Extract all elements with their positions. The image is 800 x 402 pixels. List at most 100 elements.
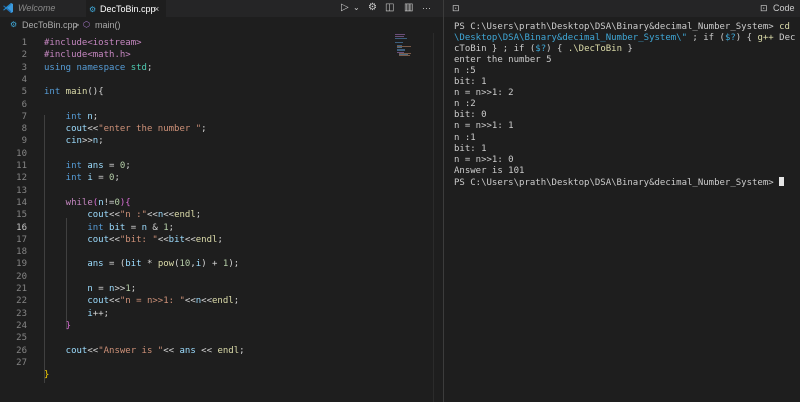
terminal-token: Dec xyxy=(773,33,796,44)
breadcrumb-function[interactable]: main() xyxy=(95,17,121,33)
terminal-line: bit: 1 xyxy=(454,144,487,154)
terminal-token: n :1 xyxy=(454,132,476,143)
code-token: >> xyxy=(81,136,93,147)
code-token: "bit: " xyxy=(119,234,158,245)
breadcrumb: ⚙ DecToBin.cpp > ⬡ main() xyxy=(0,17,443,33)
close-tab-icon[interactable]: × xyxy=(154,1,159,18)
terminal-line: bit: 1 xyxy=(454,77,487,87)
code-token: ; xyxy=(114,173,120,184)
code-line: cout<<"enter the number "; xyxy=(44,124,207,134)
code-line: #include<iostream> xyxy=(44,38,142,48)
code-token: } xyxy=(44,320,72,331)
code-token: ; xyxy=(92,111,99,122)
tab-dectobin[interactable]: ⚙ DecToBin.cpp × xyxy=(86,0,166,18)
code-token: int xyxy=(44,222,104,233)
code-token: ans xyxy=(179,345,196,356)
code-token: ) + xyxy=(201,259,223,270)
tab-welcome[interactable]: Welcome xyxy=(16,0,88,17)
code-line: int main(){ xyxy=(44,87,104,97)
line-number: 4 xyxy=(21,74,27,85)
terminal-token: n = n>>1: 0 xyxy=(454,154,514,165)
code-token: ++; xyxy=(92,308,110,319)
line-number: 15 xyxy=(16,210,27,221)
code-token: endl xyxy=(174,210,196,221)
terminal-icon[interactable]: ⊡ xyxy=(760,2,768,14)
code-token: int xyxy=(44,111,82,122)
code-token: #include<math.h> xyxy=(44,50,131,61)
code-token: << xyxy=(157,234,169,245)
code-token: n xyxy=(44,284,93,294)
run-dropdown-icon[interactable]: ⌄ xyxy=(353,2,360,14)
terminal-line: n = n>>1: 0 xyxy=(454,155,514,165)
terminal-token: n = n>>1: 1 xyxy=(454,121,514,132)
code-token: = xyxy=(103,161,120,171)
code-line: int bit = n & 1; xyxy=(44,223,174,233)
code-token: int xyxy=(44,161,82,171)
code-line: cout<<"Answer is "<< ans << endl; xyxy=(44,346,245,356)
line-number: 7 xyxy=(21,111,27,122)
code-token: ; xyxy=(195,210,202,221)
code-token: int xyxy=(44,87,61,98)
breadcrumb-separator: > xyxy=(74,20,80,30)
more-actions-icon[interactable]: ··· xyxy=(422,2,431,14)
line-number: 1 xyxy=(21,38,27,48)
terminal-token: ; if ( xyxy=(687,33,725,44)
code-line: int n; xyxy=(44,111,99,122)
terminal-panel[interactable]: ⊡ ⊡ Code PS C:\Users\prath\Desktop\DSA\B… xyxy=(443,0,800,402)
line-number: 23 xyxy=(16,308,27,319)
breadcrumb-file[interactable]: DecToBin.cpp xyxy=(22,17,78,33)
line-number: 13 xyxy=(16,185,27,196)
code-editor[interactable]: 1 2 3 4 5 6 7 8 9 10 11 12 13 14 15 16 17 18 19 20 21 22 23 24 2… xyxy=(0,33,433,402)
code-line: cin>>n; xyxy=(44,136,104,146)
cpp-file-icon: ⚙ xyxy=(10,20,18,29)
code-token: namespace xyxy=(71,62,131,73)
run-icon[interactable]: ▷ xyxy=(341,2,349,14)
terminal-tab-label[interactable]: Code xyxy=(773,2,795,14)
code-token: ; xyxy=(130,284,137,294)
editor-tab-bar: Welcome ⚙ DecToBin.cpp × ▷ ⌄ ⚙ ◫ ▥ ··· xyxy=(0,0,443,18)
code-token: << xyxy=(184,234,196,245)
line-number: 11 xyxy=(16,161,27,171)
code-token: bit xyxy=(125,259,142,270)
line-number: 2 xyxy=(21,50,27,61)
code-line: } xyxy=(44,321,71,331)
line-number: 10 xyxy=(16,148,27,159)
code-token: ); xyxy=(228,259,240,270)
code-line: cout<<"n = n>>1: "<<n<<endl; xyxy=(44,296,239,306)
terminal-line: cToBin } ; if ($?) { .\DecToBin } xyxy=(454,44,633,54)
terminal-token: n :5 xyxy=(454,66,476,77)
code-token: ; xyxy=(239,345,245,356)
code-token: ; xyxy=(146,62,153,73)
code-token: != xyxy=(103,197,115,208)
minimap[interactable] xyxy=(395,34,420,56)
code-line: cout<<"n :"<<n<<endl; xyxy=(44,210,201,220)
terminal-line: PS C:\Users\prath\Desktop\DSA\Binary&dec… xyxy=(454,176,785,188)
code-line: } xyxy=(44,370,49,380)
line-number: 18 xyxy=(16,247,27,258)
code-token: = xyxy=(125,222,142,233)
terminal-line: n = n>>1: 2 xyxy=(454,88,514,98)
split-editor-icon[interactable]: ◫ xyxy=(385,2,394,14)
line-number: 27 xyxy=(16,357,27,368)
code-token: i xyxy=(44,308,93,319)
code-token: bit xyxy=(168,234,185,245)
code-token: "n :" xyxy=(119,210,147,221)
code-token: << xyxy=(87,124,99,135)
line-number: 21 xyxy=(16,284,27,294)
layout-icon[interactable]: ▥ xyxy=(404,2,413,14)
code-token: i xyxy=(81,173,93,184)
code-token: << xyxy=(201,296,213,307)
terminal-line: n :2 xyxy=(454,99,476,109)
function-symbol-icon: ⬡ xyxy=(83,20,90,29)
code-token: 10 xyxy=(179,259,191,270)
code-token: >> xyxy=(114,284,126,294)
code-line: int i = 0; xyxy=(44,173,120,183)
code-line: ans = (bit * pow(10,i) + 1); xyxy=(44,259,239,269)
line-number: 3 xyxy=(21,62,27,73)
code-token: ; xyxy=(168,222,175,233)
code-line: #include<math.h> xyxy=(44,50,131,60)
terminal-icon[interactable]: ⊡ xyxy=(452,2,460,14)
terminal-token: } xyxy=(622,44,633,55)
terminal-line: bit: 0 xyxy=(454,110,487,120)
settings-icon[interactable]: ⚙ xyxy=(368,2,377,14)
